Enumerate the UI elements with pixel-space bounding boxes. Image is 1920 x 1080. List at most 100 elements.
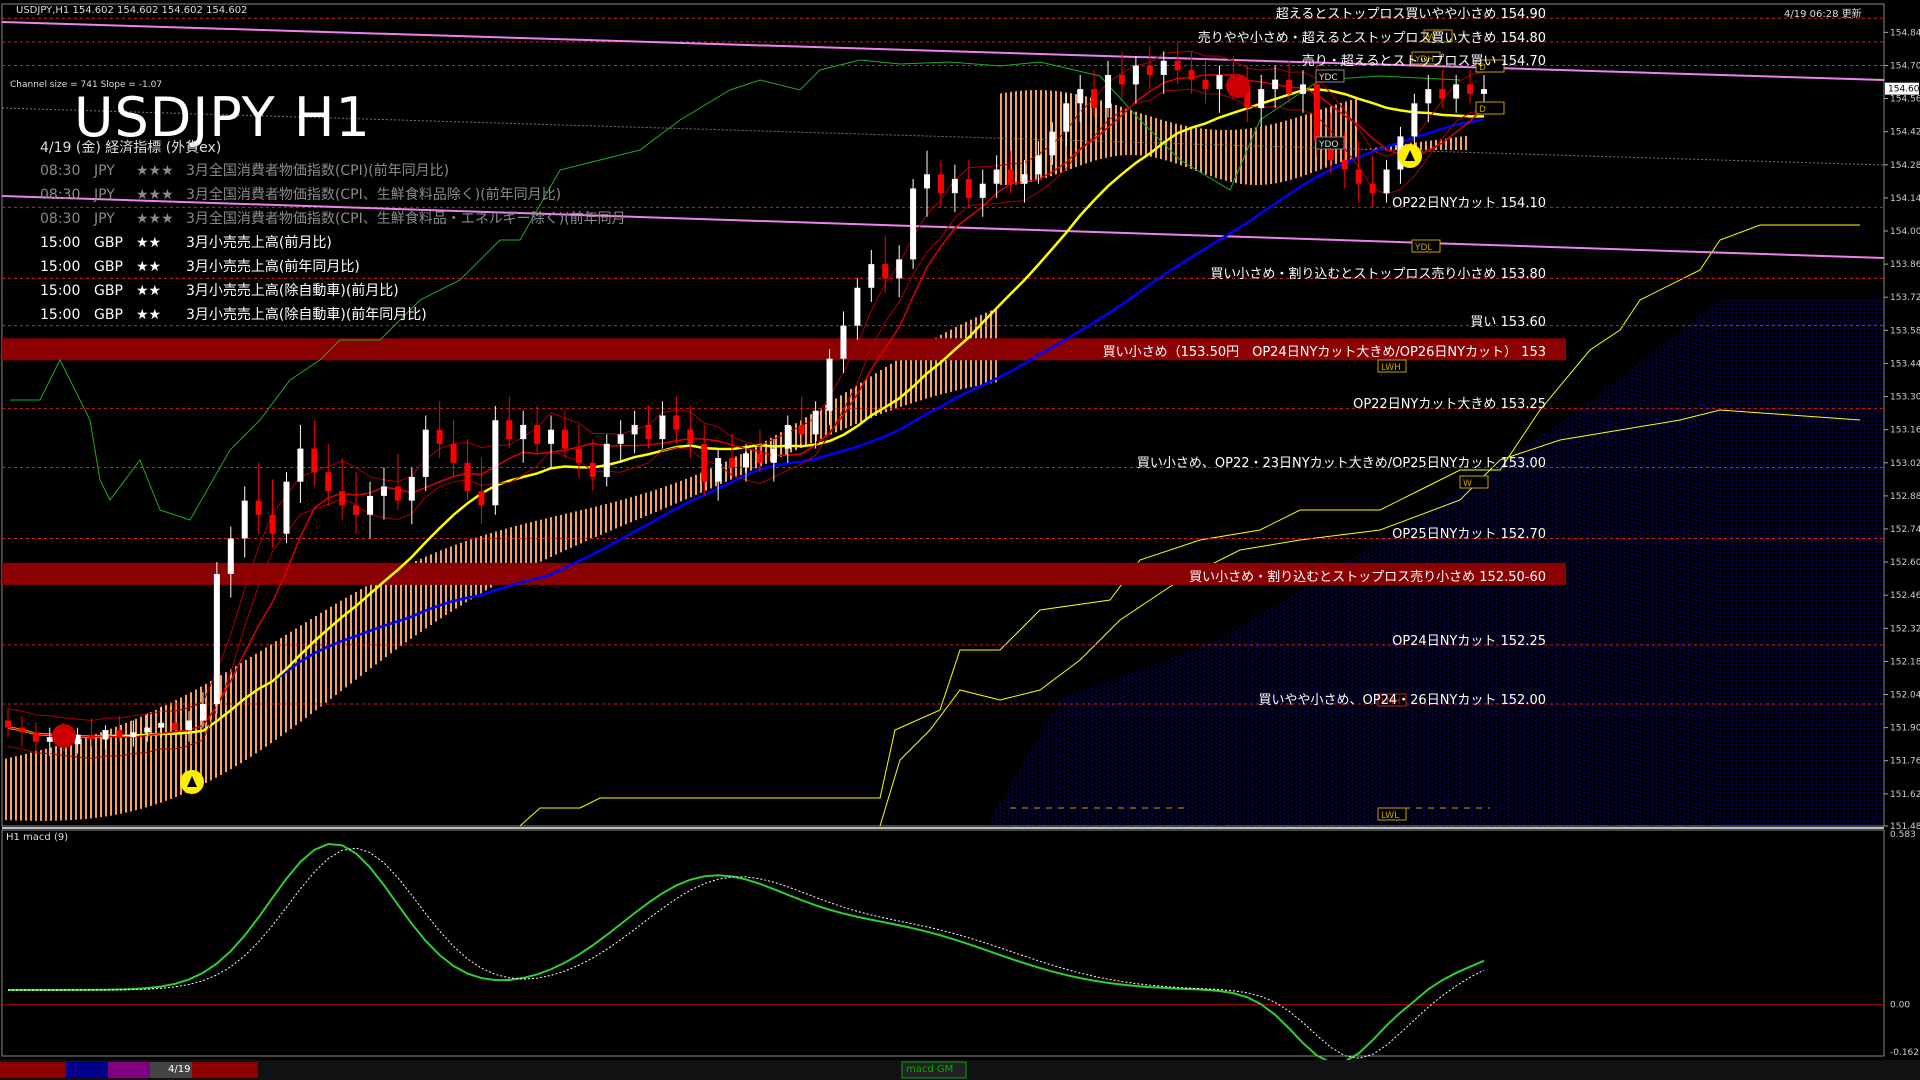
y-tick-label: 151.900	[1890, 724, 1920, 734]
candle-body	[1286, 79, 1293, 94]
events-heading: 4/19 (金) 経済指標 (外貨ex)	[40, 140, 222, 156]
candle-body	[450, 443, 457, 463]
macd-axis-label: 0.583	[1890, 830, 1916, 840]
candle-body	[367, 495, 374, 515]
bottom-date: 4/19	[168, 1064, 191, 1075]
candle-body	[1118, 74, 1125, 85]
event-currency: JPY	[94, 163, 115, 179]
event-row: 15:00 GBP ★★ 3月小売売上高(除自動車)(前年同月比)	[40, 304, 427, 324]
candle-body	[199, 703, 206, 721]
candle-body	[172, 722, 179, 730]
bb-upper	[7, 50, 1485, 722]
updated-time: 4/19 06:28 更新	[1784, 9, 1862, 20]
candle-body	[882, 264, 889, 279]
tag-d-2: D	[1479, 105, 1486, 115]
macd-axis-label: 0.00	[1890, 1001, 1910, 1011]
candle-body	[1453, 84, 1460, 99]
event-row: 15:00 GBP ★★ 3月小売売上高(除自動車)(前月比)	[40, 280, 399, 300]
candle-body	[798, 424, 805, 435]
y-tick-label: 152.460	[1890, 591, 1920, 601]
candle-body	[18, 727, 25, 733]
candle-body	[924, 174, 931, 189]
candle-body	[506, 420, 513, 440]
candle-body	[5, 720, 11, 728]
candle-body	[1258, 89, 1265, 109]
candle-body	[715, 458, 722, 482]
y-tick-label: 154.280	[1890, 161, 1920, 171]
y-tick-label: 152.320	[1890, 624, 1920, 634]
candle-body	[965, 178, 972, 198]
candle-body	[394, 486, 401, 501]
candle-body	[868, 264, 875, 288]
candle-body	[32, 732, 39, 742]
candle-body	[687, 429, 694, 444]
y-tick-label: 152.880	[1890, 492, 1920, 502]
event-name: 3月小売売上高(前月比)	[186, 235, 332, 251]
candle-body	[1425, 89, 1432, 104]
candle-body	[1091, 89, 1098, 109]
candle-body	[1467, 84, 1474, 94]
y-tick-label: 154.560	[1890, 95, 1920, 105]
level-label: 売り・超えるとストップロス買い 154.70	[1301, 54, 1546, 70]
candle-body	[1007, 169, 1014, 184]
candle-body	[1313, 84, 1320, 142]
candle-body	[617, 434, 624, 444]
candle-body	[561, 429, 568, 449]
candle-body	[130, 732, 137, 738]
event-importance: ★★	[136, 235, 162, 251]
candle-body	[227, 538, 234, 574]
candle-body	[673, 415, 680, 430]
candle-body	[896, 259, 903, 279]
event-time: 08:30	[40, 187, 81, 203]
candle-body	[548, 429, 555, 444]
candle-body	[854, 287, 861, 326]
event-currency: JPY	[94, 187, 115, 203]
event-name: 3月小売売上高(除自動車)(前年同月比)	[186, 307, 427, 323]
candle-body	[993, 169, 1000, 184]
candle-body	[1188, 70, 1195, 80]
cloud-boundary-b	[879, 409, 1861, 827]
y-tick-label: 151.620	[1890, 790, 1920, 800]
level-label: 買い小さめ・割り込むとストップロス売り小さめ 152.50-60	[1189, 569, 1546, 585]
candle-body	[158, 722, 165, 728]
event-importance: ★★	[136, 283, 162, 299]
candle-body	[1202, 79, 1209, 90]
y-tick-label: 153.860	[1890, 260, 1920, 270]
candle-body	[1174, 60, 1181, 71]
level-label: 売りやや小さめ・超えるとストップロス買い大きめ 154.80	[1197, 30, 1546, 46]
event-name: 3月全国消費者物価指数(CPI)(前年同月比)	[186, 163, 450, 179]
candle-body	[422, 429, 429, 477]
y-tick-label: 154.700	[1890, 61, 1920, 71]
candle-body	[910, 188, 917, 260]
event-importance: ★★★	[136, 211, 174, 227]
candle-body	[116, 729, 123, 738]
event-row: 15:00 GBP ★★ 3月小売売上高(前年同月比)	[40, 256, 360, 276]
candle-body	[144, 727, 151, 733]
macd-axis-label: -0.162	[1890, 1048, 1919, 1058]
event-currency: GBP	[94, 283, 123, 299]
candle-body	[1132, 65, 1139, 85]
tag-ydo: YDO	[1318, 140, 1339, 150]
candle-body	[478, 491, 485, 506]
event-currency: JPY	[94, 211, 115, 227]
candle-body	[1383, 169, 1390, 194]
level-label: 買いやや小さめ、OP24・26日NYカット 152.00	[1258, 692, 1546, 708]
y-tick-label: 154.140	[1890, 194, 1920, 204]
candle-body	[1160, 60, 1167, 75]
tag-ydl: YDL	[1414, 243, 1432, 253]
event-row: 08:30 JPY ★★★ 3月全国消費者物価指数(CPI、生鮮食料品・エネルギー除く…	[40, 208, 626, 228]
symbol-info: USDJPY,H1 154.602 154.602 154.602 154.60…	[16, 5, 248, 16]
candle-body	[520, 424, 527, 440]
candle-body	[729, 458, 736, 468]
candle-body	[1063, 103, 1070, 132]
event-row: 15:00 GBP ★★ 3月小売売上高(前月比)	[40, 232, 332, 252]
current-price-label: 154.602	[1888, 85, 1920, 95]
y-tick-label: 152.180	[1890, 657, 1920, 667]
bottom-bar-seg	[0, 1062, 66, 1078]
candle-body	[408, 476, 415, 501]
candle-body	[603, 443, 610, 477]
candle-body	[659, 415, 666, 440]
event-time: 15:00	[40, 259, 81, 275]
level-label: OP22日NYカット大きめ 153.25	[1353, 397, 1546, 413]
sell-signal-icon-2	[1226, 74, 1250, 98]
